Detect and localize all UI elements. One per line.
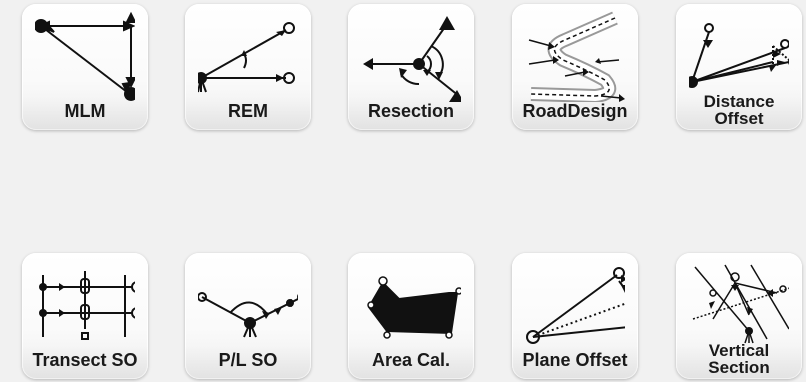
plane-offset-button[interactable]: Plane Offset: [512, 253, 638, 379]
program-menu: { "menu": { "tiles": [ {"label": "MLM", …: [0, 0, 806, 382]
mlm-label: MLM: [64, 101, 106, 121]
pl-so-label: P/L SO: [218, 350, 278, 370]
distance-offset-button[interactable]: Distance Offset: [676, 4, 802, 130]
area-calculation-icon: [367, 276, 461, 339]
mlm-button[interactable]: MLM: [22, 4, 148, 130]
transect-so-icon: [39, 271, 135, 340]
distance-offset-label: Distance Offset: [703, 92, 775, 128]
pl-so-icon: [198, 292, 298, 338]
vertical-section-button[interactable]: Vertical Section: [676, 253, 802, 379]
rem-label: REM: [228, 101, 268, 121]
road-design-button[interactable]: RoadDesign: [512, 4, 638, 130]
vertical-section-icon: [692, 264, 789, 344]
pl-so-button[interactable]: P/L SO: [185, 253, 311, 379]
mlm-icon: [35, 11, 135, 101]
rem-button[interactable]: REM: [185, 4, 311, 130]
area-calculation-button[interactable]: Area Cal.: [348, 253, 474, 379]
resection-icon: [363, 16, 461, 102]
road-design-icon: [528, 11, 625, 102]
rem-icon: [198, 22, 295, 93]
distance-offset-icon: [689, 23, 789, 88]
resection-label: Resection: [367, 101, 455, 121]
road-design-label: RoadDesign: [522, 101, 628, 121]
transect-so-label: Transect SO: [32, 350, 138, 370]
area-calculation-label: Area Cal.: [371, 350, 451, 370]
vertical-section-label: Vertical Section: [708, 341, 770, 377]
plane-offset-icon: [526, 267, 625, 344]
plane-offset-label: Plane Offset: [522, 350, 628, 370]
transect-so-button[interactable]: Transect SO: [22, 253, 148, 379]
resection-button[interactable]: Resection: [348, 4, 474, 130]
